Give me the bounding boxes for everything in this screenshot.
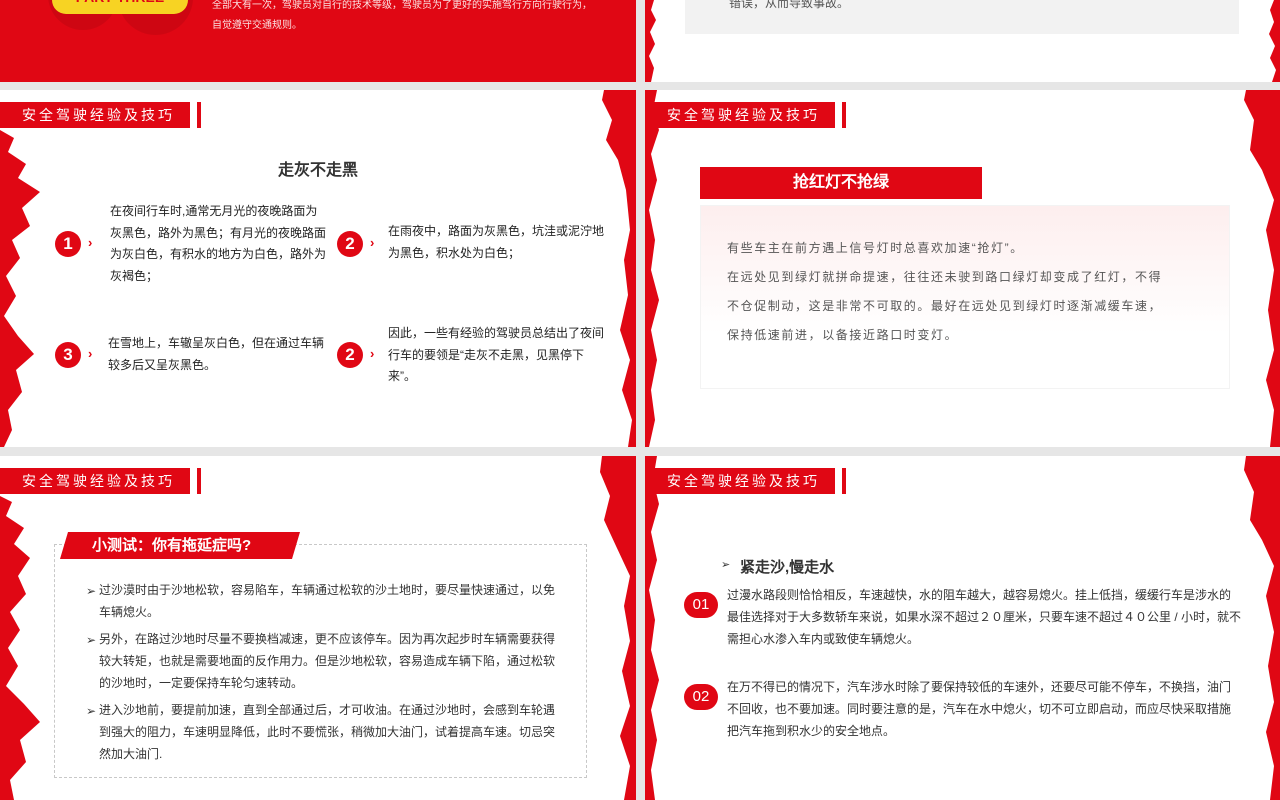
number-badge: 2 (337, 342, 363, 368)
item-text: 在万不得已的情况下，汽车涉水时除了要保持较低的车速外，还要尽可能不停车，不换挡，… (727, 680, 1232, 738)
chevron-right-icon: › (370, 346, 375, 361)
torn-edge-right (602, 90, 636, 447)
torn-edge-right (1244, 456, 1280, 800)
torn-edge-left (645, 456, 659, 800)
bullet-text: 过沙漠时由于沙地松软，容易陷车，车辆通过松软的沙土地时，要尽量快速通过，以免车辆… (99, 583, 556, 619)
item-text: 在夜间行车时,通常无月光的夜晚路面为灰黑色，路外为黑色；有月光的夜晚路面为灰白色… (110, 204, 327, 283)
slide-thumb[interactable]: 错误，从而导致事故。 (645, 0, 1280, 82)
header-accent-bar (842, 468, 846, 494)
torn-edge-right (1269, 0, 1280, 82)
chevron-right-icon: › (88, 235, 93, 250)
slide-sand-water[interactable]: 安全驾驶经验及技巧 ➢ 紧走沙,慢走水 01 过漫水路段则恰恰相反，车速越快，水… (645, 456, 1280, 800)
slide-title: 抢红灯不抢绿 (700, 167, 982, 199)
section-header: 安全驾驶经验及技巧 (0, 102, 190, 128)
arrow-bullet-icon: ➢ (86, 584, 97, 598)
chevron-right-icon: › (88, 346, 93, 361)
body-line: 有些车主在前方遇上信号灯时总喜欢加速“抢灯”。 (727, 241, 1024, 255)
bullet-text: 进入沙地前，要提前加速，直到全部通过后，才可收油。在通过沙地时，会感到车轮遇到强… (99, 703, 556, 761)
body-line: 在远处见到绿灯就拼命提速，往往还未驶到路口绿灯却变成了红灯，不得 (727, 270, 1163, 284)
slide-red-light[interactable]: 安全驾驶经验及技巧 抢红灯不抢绿 有些车主在前方遇上信号灯时总喜欢加速“抢灯”。… (645, 90, 1280, 447)
body-line: 不仓促制动，这是非常不可取的。最好在远处见到绿灯时逐渐减缓车速， (727, 299, 1163, 313)
torn-edge-left (645, 0, 656, 82)
arrow-bullet-icon: ➢ (721, 559, 731, 571)
item-text: 在雨夜中，路面为灰黑色，坑洼或泥泞地为黑色，积水处为白色； (388, 224, 605, 260)
slide-title: 小测试：你有拖延症吗? (60, 532, 300, 559)
part-label: PART THREE (52, 0, 188, 14)
arrow-bullet-icon: ➢ (86, 633, 97, 647)
item-text: 过漫水路段则恰恰相反，车速越快，水的阻车越大，越容易熄火。挂上低挡，缓缓行车是涉… (727, 588, 1242, 646)
number-badge: 02 (684, 684, 718, 710)
torn-edge-right (1244, 90, 1280, 447)
slide-title: 走灰不走黑 (277, 162, 358, 179)
arrow-bullet-icon: ➢ (86, 704, 97, 718)
slide-walk-gray[interactable]: 安全驾驶经验及技巧 走灰不走黑 1 › 在夜间行车时,通常无月光的夜晚路面为灰黑… (0, 90, 636, 447)
header-accent-bar (197, 468, 201, 494)
torn-edge-left (645, 90, 659, 447)
section-header: 安全驾驶经验及技巧 (645, 102, 835, 128)
bullet-text: 另外，在路过沙地时尽量不要换档减速，更不应该停车。因为再次起步时车辆需要获得较大… (99, 632, 556, 690)
intro-text: 全部大有一次，驾驶员对自行的技术等级，驾驶员为了更好的实施驾行方向行驶行为，自觉… (212, 0, 592, 31)
section-header: 安全驾驶经验及技巧 (645, 468, 835, 494)
header-accent-bar (197, 102, 201, 128)
number-badge: 2 (337, 231, 363, 257)
chevron-right-icon: › (370, 235, 375, 250)
slide-part-three[interactable]: PART THREE 全部大有一次，驾驶员对自行的技术等级，驾驶员为了更好的实施… (0, 0, 636, 82)
body-text: 错误，从而导致事故。 (729, 0, 850, 10)
number-badge: 01 (684, 592, 718, 618)
number-badge: 1 (55, 231, 81, 257)
section-header: 安全驾驶经验及技巧 (0, 468, 190, 494)
torn-edge-right (600, 456, 636, 800)
item-text: 因此，一些有经验的驾驶员总结出了夜间行车的要领是“走灰不走黑，见黑停下来”。 (388, 326, 605, 383)
number-badge: 3 (55, 342, 81, 368)
slide-title: 紧走沙,慢走水 (740, 559, 835, 576)
header-accent-bar (842, 102, 846, 128)
slide-quiz[interactable]: 安全驾驶经验及技巧 小测试：你有拖延症吗? ➢ 过沙漠时由于沙地松软，容易陷车，… (0, 456, 636, 800)
item-text: 在雪地上，车辙呈灰白色，但在通过车辆较多后又呈灰黑色。 (108, 336, 325, 372)
body-line: 保持低速前进，以备接近路口时变灯。 (727, 328, 959, 342)
torn-edge-left (0, 496, 40, 800)
